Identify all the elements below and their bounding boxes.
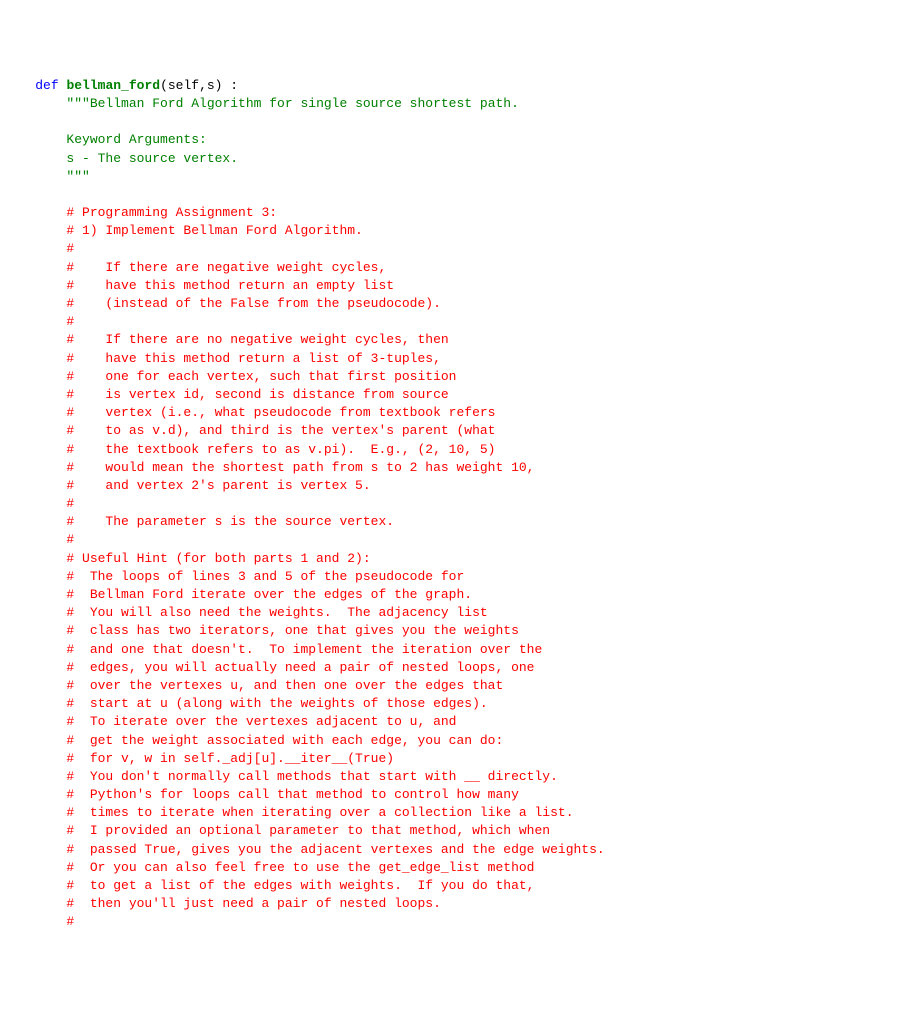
line-def: def bellman_ford(self,s) : xyxy=(4,78,238,93)
comment-line: # one for each vertex, such that first p… xyxy=(4,369,456,384)
comment-line: # for v, w in self._adj[u].__iter__(True… xyxy=(4,751,394,766)
comment-line: # to as v.d), and third is the vertex's … xyxy=(4,423,495,438)
docstring-kwargs: Keyword Arguments: xyxy=(4,132,207,147)
comment-line: # If there are negative weight cycles, xyxy=(4,260,386,275)
comment-line: # vertex (i.e., what pseudocode from tex… xyxy=(4,405,495,420)
comment-line: # passed True, gives you the adjacent ve… xyxy=(4,842,605,857)
params: (self,s) : xyxy=(160,78,238,93)
comment-line: # If there are no negative weight cycles… xyxy=(4,332,449,347)
comment-line: # and vertex 2's parent is vertex 5. xyxy=(4,478,371,493)
comment-line: # would mean the shortest path from s to… xyxy=(4,460,535,475)
code-block: def bellman_ford(self,s) : """Bellman Fo… xyxy=(4,77,894,932)
comment-line: # xyxy=(4,532,74,547)
comment-line: # class has two iterators, one that give… xyxy=(4,623,519,638)
comment-line: # Bellman Ford iterate over the edges of… xyxy=(4,587,472,602)
comment-line: # have this method return an empty list xyxy=(4,278,394,293)
comment-line: # xyxy=(4,496,74,511)
comment-line: # Or you can also feel free to use the g… xyxy=(4,860,535,875)
comment-line: # Useful Hint (for both parts 1 and 2): xyxy=(4,551,371,566)
comment-line: # Programming Assignment 3: xyxy=(4,205,277,220)
comment-line: # xyxy=(4,314,74,329)
comment-line: # to get a list of the edges with weight… xyxy=(4,878,535,893)
comment-line: # times to iterate when iterating over a… xyxy=(4,805,574,820)
comment-line: # The loops of lines 3 and 5 of the pseu… xyxy=(4,569,464,584)
comment-line: # 1) Implement Bellman Ford Algorithm. xyxy=(4,223,363,238)
comment-line: # get the weight associated with each ed… xyxy=(4,733,503,748)
docstring-close: """ xyxy=(4,169,90,184)
comment-line: # (instead of the False from the pseudoc… xyxy=(4,296,441,311)
docstring-param-s: s - The source vertex. xyxy=(4,151,238,166)
comment-line: # then you'll just need a pair of nested… xyxy=(4,896,441,911)
comment-line: # You don't normally call methods that s… xyxy=(4,769,558,784)
comment-line: # over the vertexes u, and then one over… xyxy=(4,678,503,693)
function-name: bellman_ford xyxy=(66,78,160,93)
comment-line: # I provided an optional parameter to th… xyxy=(4,823,550,838)
comment-line: # is vertex id, second is distance from … xyxy=(4,387,449,402)
comment-line: # edges, you will actually need a pair o… xyxy=(4,660,535,675)
comment-line: # have this method return a list of 3-tu… xyxy=(4,351,441,366)
comment-line: # xyxy=(4,241,74,256)
comment-line: # Python's for loops call that method to… xyxy=(4,787,519,802)
comment-line: # the textbook refers to as v.pi). E.g.,… xyxy=(4,442,495,457)
comment-line: # To iterate over the vertexes adjacent … xyxy=(4,714,456,729)
comment-line: # You will also need the weights. The ad… xyxy=(4,605,488,620)
comment-line: # and one that doesn't. To implement the… xyxy=(4,642,542,657)
keyword-def: def xyxy=(35,78,58,93)
comment-line: # The parameter s is the source vertex. xyxy=(4,514,394,529)
docstring-open: """Bellman Ford Algorithm for single sou… xyxy=(4,96,519,111)
comment-block: # Programming Assignment 3: # 1) Impleme… xyxy=(4,204,894,932)
comment-line: # start at u (along with the weights of … xyxy=(4,696,488,711)
comment-line: # xyxy=(4,914,74,929)
